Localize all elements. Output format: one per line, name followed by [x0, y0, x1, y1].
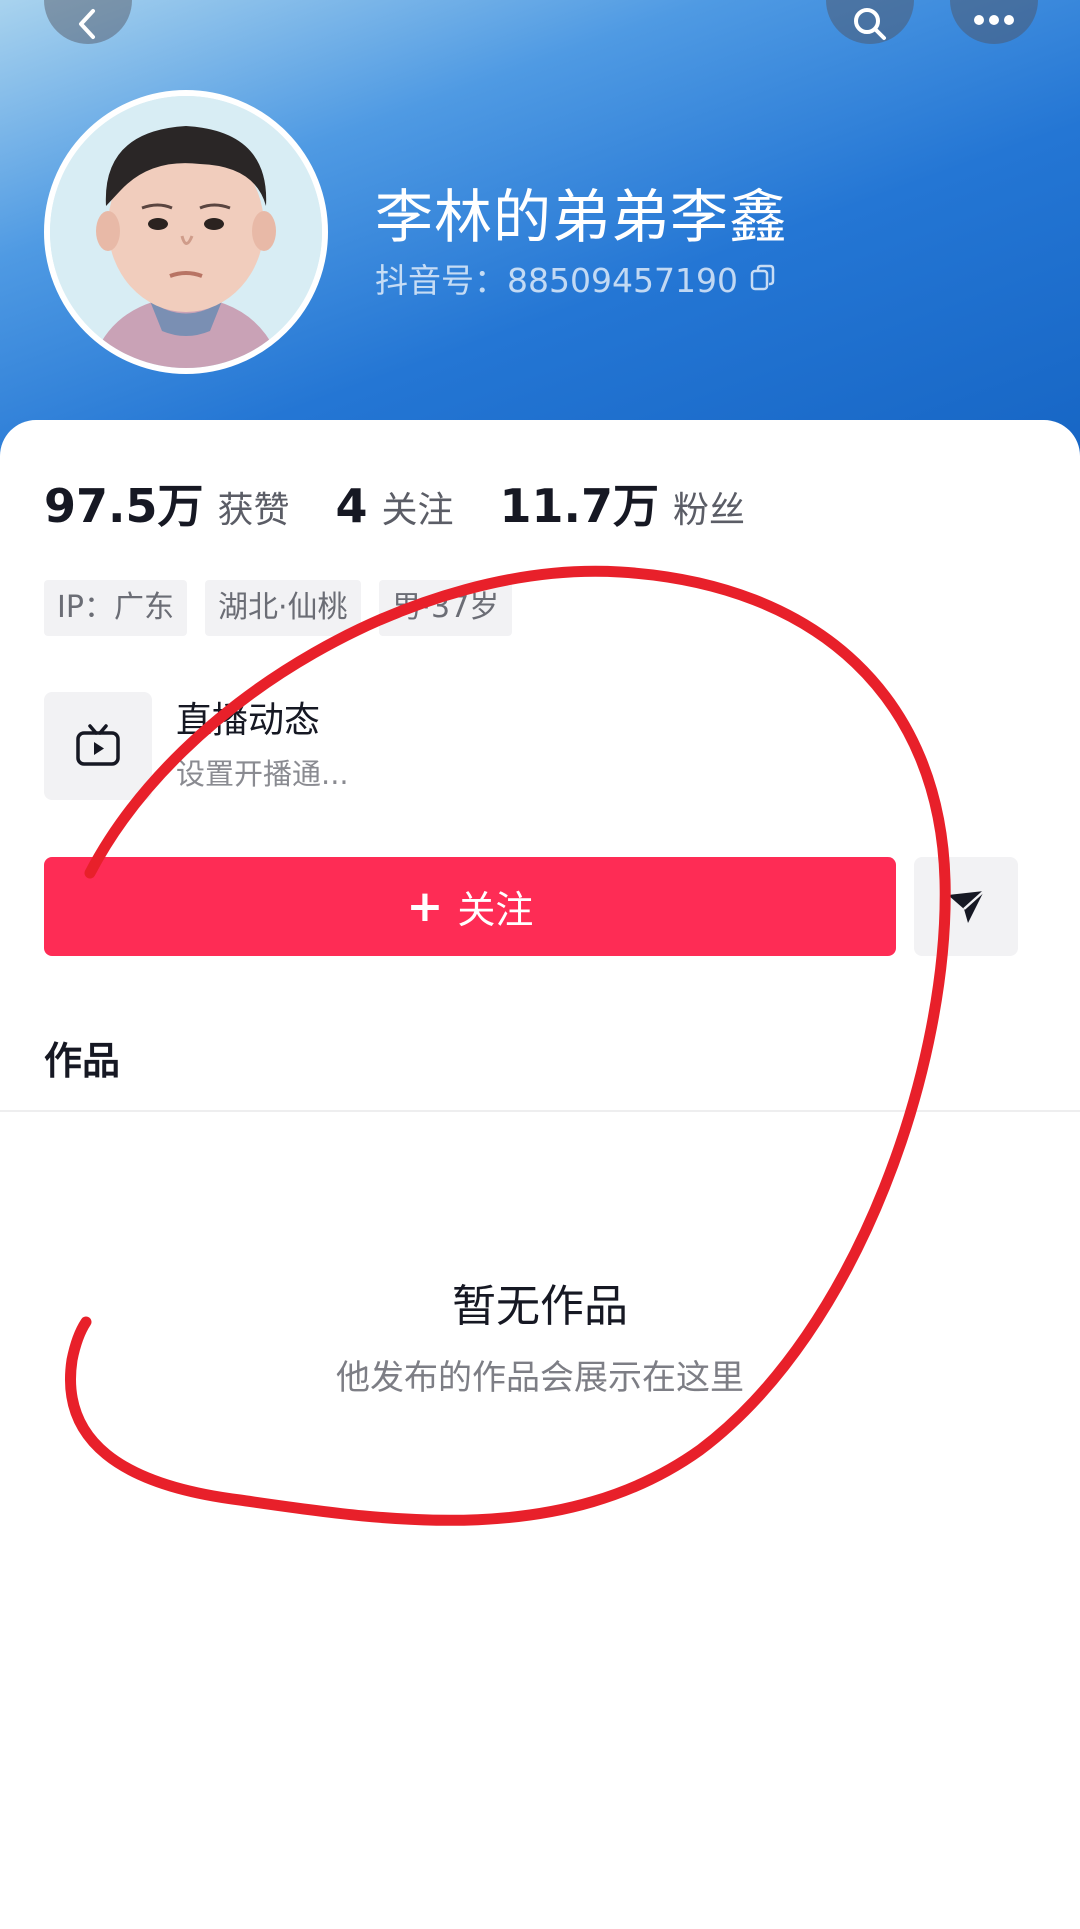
profile-tags: IP：广东 湖北·仙桃 男·37岁: [44, 580, 530, 636]
send-icon: [948, 889, 985, 923]
live-title: 直播动态: [176, 700, 321, 741]
stat-followers[interactable]: 11.7万 粉丝: [500, 470, 746, 536]
stat-followers-label: 粉丝: [673, 490, 746, 531]
empty-state-subtitle: 他发布的作品会展示在这里: [336, 1358, 744, 1398]
profile-card: [0, 420, 1080, 1929]
stat-following-number: 4: [335, 479, 368, 533]
tag-ip-location: IP：广东: [44, 580, 187, 636]
copy-icon[interactable]: [750, 264, 776, 292]
douyin-id: 抖音号：88509457190: [375, 261, 738, 300]
stat-likes: 97.5万 获赞: [44, 470, 290, 536]
profile-nickname: 李林的弟弟李鑫: [375, 183, 789, 251]
plus-icon: +: [406, 881, 444, 932]
stat-following-label: 关注: [381, 490, 454, 531]
live-subtitle: 设置开播通...: [176, 757, 349, 791]
tv-play-icon: [76, 724, 120, 766]
stat-following[interactable]: 4 关注: [336, 479, 454, 533]
message-button[interactable]: [914, 857, 1018, 956]
follow-label: 关注: [457, 888, 534, 932]
chevron-left-icon: [79, 9, 95, 39]
douyin-id-row[interactable]: 抖音号：88509457190: [375, 254, 776, 302]
tag-gender-age: 男·37岁: [378, 580, 513, 636]
empty-state-title: 暂无作品: [452, 1281, 628, 1332]
tab-works[interactable]: 作品: [44, 1030, 120, 1085]
stat-likes-label: 获赞: [217, 490, 290, 531]
tag-hometown: 湖北·仙桃: [204, 580, 361, 636]
search-icon: [854, 8, 886, 40]
avatar-photo: [50, 96, 322, 368]
live-icon-box: [44, 692, 152, 800]
profile-screen: 李林的弟弟李鑫 抖音号：88509457190 97.5万 获赞 4 关注 11…: [0, 0, 1080, 1929]
more-dots-icon: [974, 15, 1014, 25]
live-updates-entry[interactable]: 直播动态 设置开播通...: [44, 692, 349, 800]
follow-button[interactable]: + 关注: [44, 857, 896, 956]
stat-likes-number: 97.5万: [44, 479, 204, 533]
live-text: 直播动态 设置开播通...: [176, 698, 349, 794]
avatar[interactable]: [44, 90, 328, 374]
stat-followers-number: 11.7万: [499, 479, 660, 533]
tab-divider: [0, 1110, 1080, 1112]
profile-stats: 97.5万 获赞 4 关注 11.7万 粉丝: [44, 470, 791, 536]
